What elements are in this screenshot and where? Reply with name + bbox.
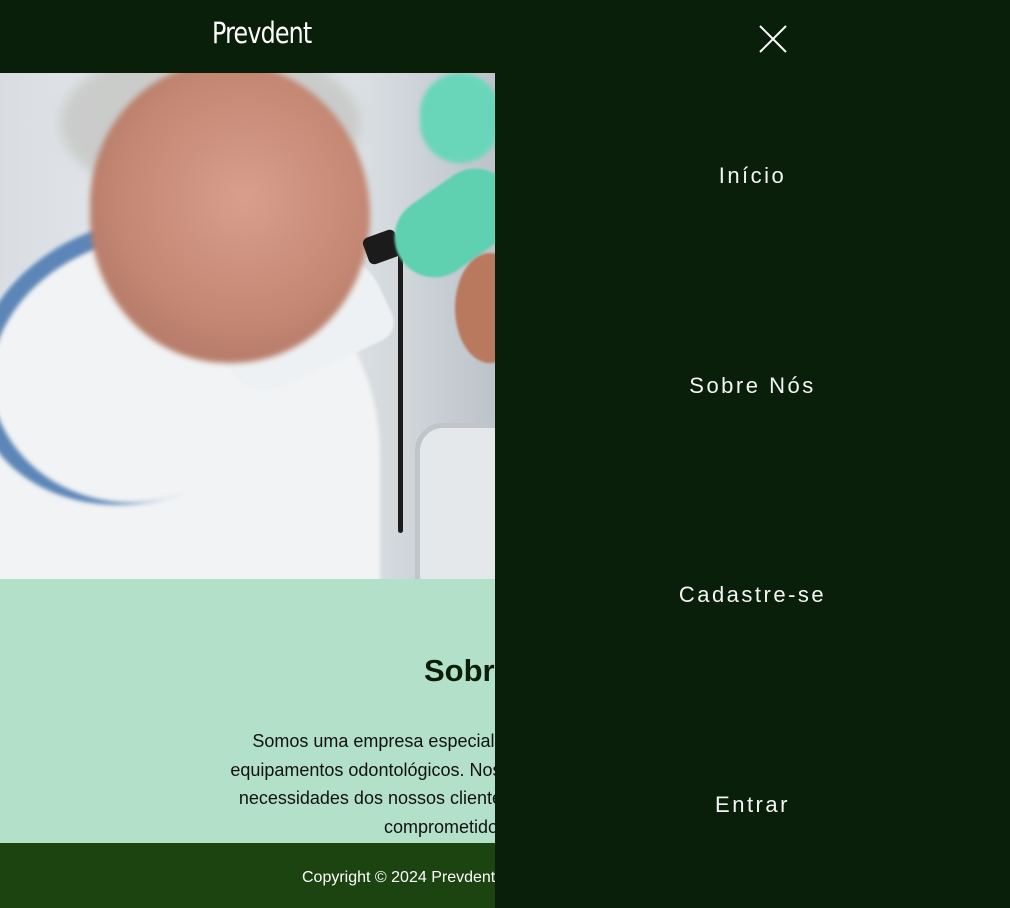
brand-logo-text[interactable]: Prevdent bbox=[212, 16, 312, 50]
hero-image bbox=[0, 73, 495, 579]
image-patient-shape bbox=[455, 253, 495, 363]
nav-item-sobre-nos[interactable]: Sobre Nós bbox=[495, 373, 1010, 399]
copyright-text: Copyright © 2024 Prevdent bbox=[302, 869, 495, 886]
close-icon[interactable] bbox=[758, 24, 788, 54]
about-text-line: equipamentos odontológicos. Nosso objeti… bbox=[230, 759, 495, 780]
about-text-line: necessidades dos nossos clientes. Contam… bbox=[238, 788, 495, 808]
image-chair-shape bbox=[415, 423, 495, 579]
image-glove-shape-2 bbox=[420, 73, 495, 163]
about-section: Sobre Nós Somos uma empresa especializad… bbox=[0, 579, 495, 843]
nav-item-inicio[interactable]: Início bbox=[495, 163, 1010, 189]
image-head-shape bbox=[90, 73, 370, 363]
about-title: Sobre Nós bbox=[424, 653, 495, 688]
nav-item-cadastre-se[interactable]: Cadastre-se bbox=[495, 582, 1010, 608]
footer: Copyright © 2024 Prevdent bbox=[0, 843, 495, 908]
nav-item-entrar[interactable]: Entrar bbox=[495, 792, 1010, 818]
about-text: Somos uma empresa especializada no desen… bbox=[0, 727, 495, 841]
nav-drawer: Início Sobre Nós Cadastre-se Entrar bbox=[495, 0, 1010, 908]
about-text-line: Somos uma empresa especializada no desen… bbox=[252, 731, 495, 751]
about-text-line: comprometidos em ajudar. bbox=[383, 816, 495, 837]
image-cable-shape bbox=[398, 253, 403, 533]
header: Prevdent bbox=[0, 0, 495, 73]
close-icon-svg bbox=[759, 25, 787, 53]
